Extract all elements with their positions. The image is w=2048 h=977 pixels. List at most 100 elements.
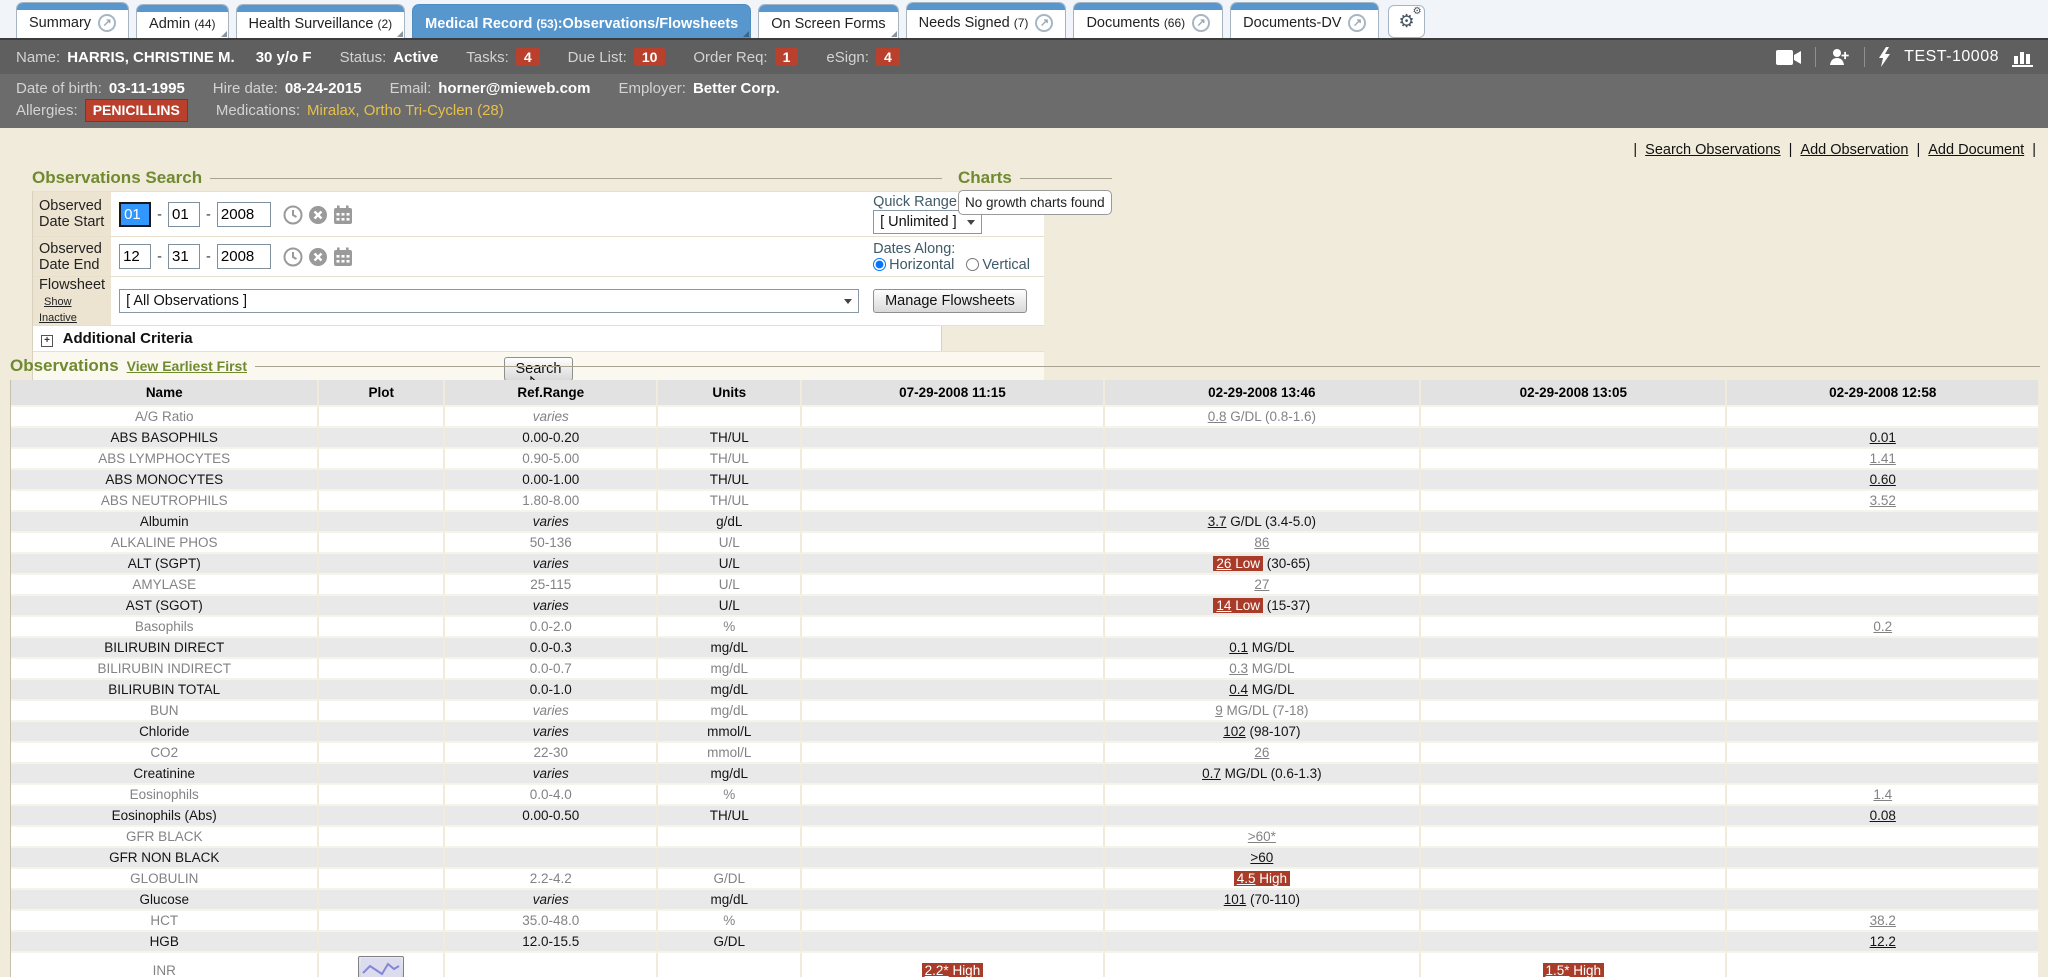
tab-needs-signed[interactable]: Needs Signed (7)↗ [906, 2, 1067, 38]
dates-along-horizontal-radio[interactable]: Horizontal [873, 257, 954, 273]
observation-ref-range [445, 827, 658, 848]
video-camera-icon[interactable] [1776, 49, 1802, 66]
observation-value-link[interactable]: 0.1 [1229, 640, 1248, 655]
observation-value-link[interactable]: 0.4 [1229, 682, 1248, 697]
observation-value-link[interactable]: 0.3 [1229, 661, 1248, 676]
dates-along-vertical-radio[interactable]: Vertical [966, 257, 1030, 273]
observation-row: HCT35.0-48.0%38.2 [11, 911, 2040, 932]
esign-count-badge[interactable]: 4 [876, 48, 900, 66]
allergies-label: Allergies: [16, 100, 78, 121]
observation-value-link[interactable]: 9 [1215, 703, 1223, 718]
observation-value-cell [802, 869, 1104, 890]
view-earliest-first-link[interactable]: View Earliest First [127, 358, 247, 374]
observation-value-link[interactable]: 101 [1224, 892, 1247, 907]
allergy-badge[interactable]: PENICILLINS [85, 99, 188, 122]
tab-documents-dv[interactable]: Documents-DV↗ [1230, 2, 1379, 38]
medication-link[interactable]: Ortho Tri-Cyclen (28) [364, 102, 504, 119]
show-inactive-link[interactable]: Show Inactive [39, 296, 77, 324]
start-month-input[interactable] [119, 202, 151, 227]
email-label: Email: [390, 78, 432, 99]
end-day-input[interactable] [168, 244, 200, 269]
observation-value-link[interactable]: 102 [1223, 724, 1246, 739]
tab-admin[interactable]: Admin (44) [136, 4, 228, 38]
tab-label: Documents-DV [1243, 15, 1341, 31]
plot-sparkline-button[interactable] [358, 956, 404, 977]
end-year-input[interactable] [217, 244, 271, 269]
due-list-label: Due List: [568, 49, 627, 66]
tab-on-screen-forms[interactable]: On Screen Forms [758, 4, 898, 38]
observation-row: AST (SGOT)variesU/L14 Low (15-37) [11, 596, 2040, 617]
observation-value-link[interactable]: >60* [1248, 829, 1276, 844]
calendar-icon[interactable] [333, 247, 353, 267]
add-person-icon[interactable] [1829, 48, 1851, 66]
flowsheet-select[interactable]: [ All Observations ] [119, 289, 859, 313]
observation-value-cell: 0.8 G/DL (0.8-1.6) [1105, 407, 1422, 428]
observation-value-link[interactable]: 0.01 [1870, 430, 1896, 445]
dates-along-label: Dates Along: [873, 241, 1038, 257]
observation-value-cell [802, 743, 1104, 764]
start-year-input[interactable] [217, 202, 271, 227]
observation-row: ALKALINE PHOS50-136U/L86 [11, 533, 2040, 554]
observation-value-link[interactable]: 27 [1254, 577, 1269, 592]
external-link-icon: ↗ [98, 14, 116, 32]
end-month-input[interactable] [119, 244, 151, 269]
tab-count: (66) [1164, 16, 1185, 30]
clear-date-icon[interactable] [308, 247, 328, 267]
observation-value-link[interactable]: 0.8 [1208, 409, 1227, 424]
tab-summary[interactable]: Summary↗ [16, 2, 129, 38]
observation-value-link[interactable]: 1.4 [1873, 787, 1892, 802]
observation-value-cell [802, 764, 1104, 785]
observation-value-link[interactable]: 0.08 [1870, 808, 1896, 823]
lightning-bolt-icon[interactable] [1878, 47, 1891, 67]
tasks-group: Tasks: 4 [466, 48, 539, 66]
observation-value-link[interactable]: >60 [1250, 850, 1273, 865]
due-list-count-badge[interactable]: 10 [634, 48, 666, 66]
observation-value-link[interactable]: 38.2 [1870, 913, 1896, 928]
observation-value-link[interactable]: 26 [1254, 745, 1269, 760]
add-observation-link[interactable]: Add Observation [1800, 142, 1908, 158]
calendar-icon[interactable] [333, 205, 353, 225]
observation-value-link[interactable]: 26 [1216, 556, 1231, 571]
expand-plus-icon[interactable]: + [41, 335, 53, 347]
observation-units: mg/dL [658, 890, 802, 911]
observation-ref-range: varies [445, 722, 658, 743]
add-document-link[interactable]: Add Document [1928, 142, 2024, 158]
observation-ref-range: varies [445, 554, 658, 575]
observation-value-link[interactable]: 2.2* [925, 963, 949, 977]
observation-ref-range: 0.90-5.00 [445, 449, 658, 470]
observation-value-cell [1727, 680, 2040, 701]
clock-icon[interactable] [283, 205, 303, 225]
observation-value-link[interactable]: 0.2 [1873, 619, 1892, 634]
observation-value-link[interactable]: 1.41 [1870, 451, 1896, 466]
clock-icon[interactable] [283, 247, 303, 267]
observation-value-link[interactable]: 86 [1254, 535, 1269, 550]
bar-chart-icon[interactable] [2012, 48, 2034, 67]
observation-value-link[interactable]: 0.7 [1202, 766, 1221, 781]
clear-date-icon[interactable] [308, 205, 328, 225]
tab-settings-button[interactable]: ⚙⚙ [1388, 5, 1424, 38]
additional-criteria-label[interactable]: Additional Criteria [63, 330, 193, 347]
tasks-count-badge[interactable]: 4 [516, 48, 540, 66]
tab-documents[interactable]: Documents (66)↗ [1073, 2, 1223, 38]
order-req-count-badge[interactable]: 1 [775, 48, 799, 66]
search-observations-link[interactable]: Search Observations [1645, 142, 1780, 158]
observation-value-link[interactable]: 12.2 [1870, 934, 1896, 949]
observation-units: % [658, 911, 802, 932]
patient-id: TEST-10008 [1904, 48, 1999, 66]
start-day-input[interactable] [168, 202, 200, 227]
observation-value-link[interactable]: 14 [1216, 598, 1231, 613]
observation-value-link[interactable]: 4.5 [1237, 871, 1256, 886]
observation-name: ABS LYMPHOCYTES [11, 449, 319, 470]
observation-value-link[interactable]: 0.60 [1870, 472, 1896, 487]
tab-health-surveillance[interactable]: Health Surveillance (2) [236, 4, 406, 38]
observation-value-cell [1727, 953, 2040, 977]
observation-ref-range: 0.0-1.0 [445, 680, 658, 701]
observation-value-link[interactable]: 1.5* [1546, 963, 1570, 977]
medication-link[interactable]: Miralax [307, 102, 355, 119]
tab-medical-record[interactable]: Medical Record (53):Observations/Flowshe… [412, 4, 751, 38]
observation-value-link[interactable]: 3.52 [1870, 493, 1896, 508]
observation-name: ABS BASOPHILS [11, 428, 319, 449]
observation-value-link[interactable]: 3.7 [1208, 514, 1227, 529]
manage-flowsheets-button[interactable]: Manage Flowsheets [873, 289, 1027, 313]
observation-value-cell [1421, 512, 1727, 533]
